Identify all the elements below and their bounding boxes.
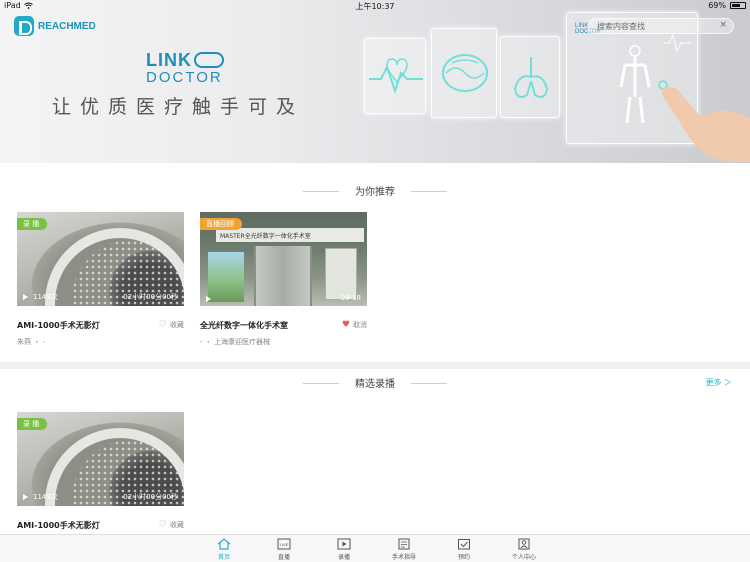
home-icon [217, 538, 231, 550]
header-rule [411, 191, 447, 192]
hero-banner[interactable]: REACHMED LINK DOCTOR 让优质医疗触手可及 LINK DOCT… [0, 0, 750, 163]
brain-icon [442, 54, 488, 92]
status-bar: iPad 上午10:37 69% [0, 0, 750, 12]
battery-fill [732, 4, 741, 7]
video-icon [337, 538, 351, 550]
hud-panel [431, 28, 497, 118]
hud-panel [500, 36, 560, 118]
heartbeat-icon [369, 58, 423, 95]
tab-label: 录播 [337, 554, 350, 561]
heart-outline-icon: ♡ [158, 320, 167, 330]
live-icon: LIVE [277, 538, 291, 550]
tab-label: 个人中心 [511, 554, 536, 561]
favorite-label: 收藏 [170, 321, 184, 329]
video-card[interactable]: MASTER全光纤数字一体化手术室 直播回顾 09-18 全光纤数字一体化手术室… [200, 212, 367, 352]
tab-recorded[interactable]: 录播 [324, 538, 364, 561]
app-logo: REACHMED [14, 16, 96, 36]
view-count-text: 1149次 [33, 493, 58, 501]
favorite-label: 收藏 [170, 521, 184, 529]
header-rule [411, 383, 447, 384]
video-title[interactable]: AMI-1000手术无影灯 [17, 520, 100, 531]
record-badge: 录 播 [17, 218, 48, 230]
tab-bar: 首页 LIVE 直播 录播 手术指导 预约 个人中心 [0, 534, 750, 562]
room-door [254, 246, 312, 306]
video-thumbnail[interactable]: 录 播 1149次 02小时00分00秒 [17, 412, 184, 506]
tab-label: 预约 [457, 554, 470, 561]
heart-outline-icon: ♡ [158, 520, 167, 530]
logo-text: REACHMED [38, 20, 96, 32]
tab-appointment[interactable]: 预约 [444, 538, 484, 561]
play-icon [206, 296, 211, 302]
brand-line2: DOCTOR [146, 69, 223, 86]
battery-percent: 69% [708, 1, 726, 10]
heart-filled-icon: ♥ [341, 320, 350, 330]
battery-icon [730, 2, 746, 9]
tab-home[interactable]: 首页 [204, 538, 244, 561]
video-duration: 02小时00分00秒 [123, 493, 178, 501]
section-title: 精选录播 [341, 375, 409, 390]
tab-live[interactable]: LIVE 直播 [264, 538, 304, 561]
view-count [206, 296, 216, 302]
section-title: 为你推荐 [341, 183, 409, 198]
clear-search-icon[interactable]: × [719, 20, 727, 30]
video-title[interactable]: 全光纤数字一体化手术室 [200, 320, 288, 331]
calendar-check-icon [458, 539, 470, 550]
record-badge: 录 播 [17, 418, 48, 430]
play-icon [23, 494, 28, 500]
search-input[interactable] [597, 19, 717, 33]
header-rule [303, 383, 339, 384]
video-card[interactable]: 录 播 1149次 02小时00分00秒 AMI-1000手术无影灯 ♡ 收藏 … [17, 212, 184, 352]
video-meta: - ・ 上海康迎医疗器械 [200, 338, 270, 346]
linkdoctor-brand: LINK DOCTOR [146, 50, 246, 86]
tab-label: 直播 [277, 554, 290, 561]
view-count-text: 1149次 [33, 293, 58, 301]
view-count: 1149次 [23, 292, 58, 302]
video-thumbnail[interactable]: MASTER全光纤数字一体化手术室 直播回顾 09-18 [200, 212, 367, 306]
status-time: 上午10:37 [355, 2, 395, 11]
header-rule [303, 191, 339, 192]
favorite-button[interactable]: ♡ 收藏 [159, 320, 184, 330]
cloud-icon [194, 52, 224, 68]
play-icon [23, 294, 28, 300]
unfavorite-label: 取消 [353, 321, 367, 329]
guide-icon [398, 538, 410, 550]
reachmed-logo-icon [14, 16, 34, 36]
hud-panel [364, 38, 426, 114]
favorite-button[interactable]: ♡ 收藏 [159, 520, 184, 530]
video-card[interactable]: 录 播 1149次 02小时00分00秒 AMI-1000手术无影灯 ♡ 收藏 [17, 412, 184, 534]
video-thumbnail[interactable]: 录 播 1149次 02小时00分00秒 [17, 212, 184, 306]
more-link[interactable]: 更多 ＞ [705, 377, 732, 388]
room-sign: MASTER全光纤数字一体化手术室 [216, 228, 364, 242]
slogan: 让优质医疗触手可及 [52, 96, 305, 118]
unfavorite-button[interactable]: ♥ 取消 [342, 320, 367, 330]
search-box[interactable]: × [588, 18, 734, 34]
tab-label: 手术指导 [391, 554, 416, 561]
section-divider [0, 362, 750, 369]
room-poster [208, 252, 244, 302]
video-title[interactable]: AMI-1000手术无影灯 [17, 320, 100, 331]
room-panel [325, 248, 357, 300]
section-header-recommend: 为你推荐 [0, 183, 750, 199]
hand-illustration [661, 87, 750, 162]
view-count: 1149次 [23, 492, 58, 502]
profile-icon [518, 538, 530, 550]
video-meta: 朱燕 ・ - [17, 338, 45, 346]
replay-badge: 直播回顾 [200, 218, 242, 230]
svg-text:LIVE: LIVE [280, 542, 289, 547]
video-duration: 02小时00分00秒 [123, 293, 178, 301]
section-header-featured: 精选录播 [0, 375, 750, 391]
tab-profile[interactable]: 个人中心 [504, 538, 544, 561]
video-date: 09-18 [340, 294, 361, 302]
tab-surgery-guide[interactable]: 手术指导 [384, 538, 424, 561]
status-right: 69% [708, 1, 746, 10]
tab-label: 首页 [217, 554, 230, 561]
lungs-icon [513, 57, 549, 98]
